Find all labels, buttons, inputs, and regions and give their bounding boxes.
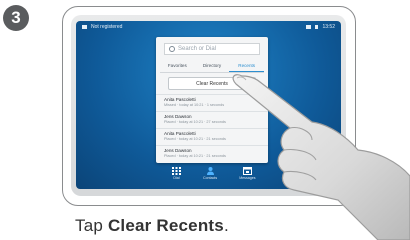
caption-prefix: Tap	[75, 216, 108, 235]
caption-suffix: .	[223, 216, 229, 235]
pointing-hand-illustration	[232, 74, 410, 240]
mic-icon	[315, 24, 319, 29]
caption-action: Clear Recents	[107, 216, 224, 235]
step-number-badge: 3	[3, 5, 29, 31]
tab-directory[interactable]: Directory	[195, 60, 230, 72]
signal-icon	[82, 24, 87, 29]
search-icon	[169, 46, 175, 52]
search-field[interactable]: Search or Dial	[164, 43, 260, 55]
search-placeholder: Search or Dial	[178, 46, 217, 52]
person-icon	[206, 167, 214, 175]
camera-icon	[306, 24, 312, 29]
dock-label: Dial	[173, 176, 180, 180]
keypad-icon	[172, 167, 181, 175]
clock: 13:52	[322, 23, 335, 30]
instruction-caption: Tap Clear Recents.	[75, 216, 229, 236]
dock-label: Contacts	[203, 176, 218, 180]
dock-contacts-button[interactable]: Contacts	[203, 167, 217, 180]
tab-favorites[interactable]: Favorites	[160, 60, 195, 72]
dock-dial-button[interactable]: Dial	[172, 167, 181, 180]
status-bar: Not registered 13:52	[76, 21, 341, 32]
registration-status: Not registered	[91, 23, 123, 30]
